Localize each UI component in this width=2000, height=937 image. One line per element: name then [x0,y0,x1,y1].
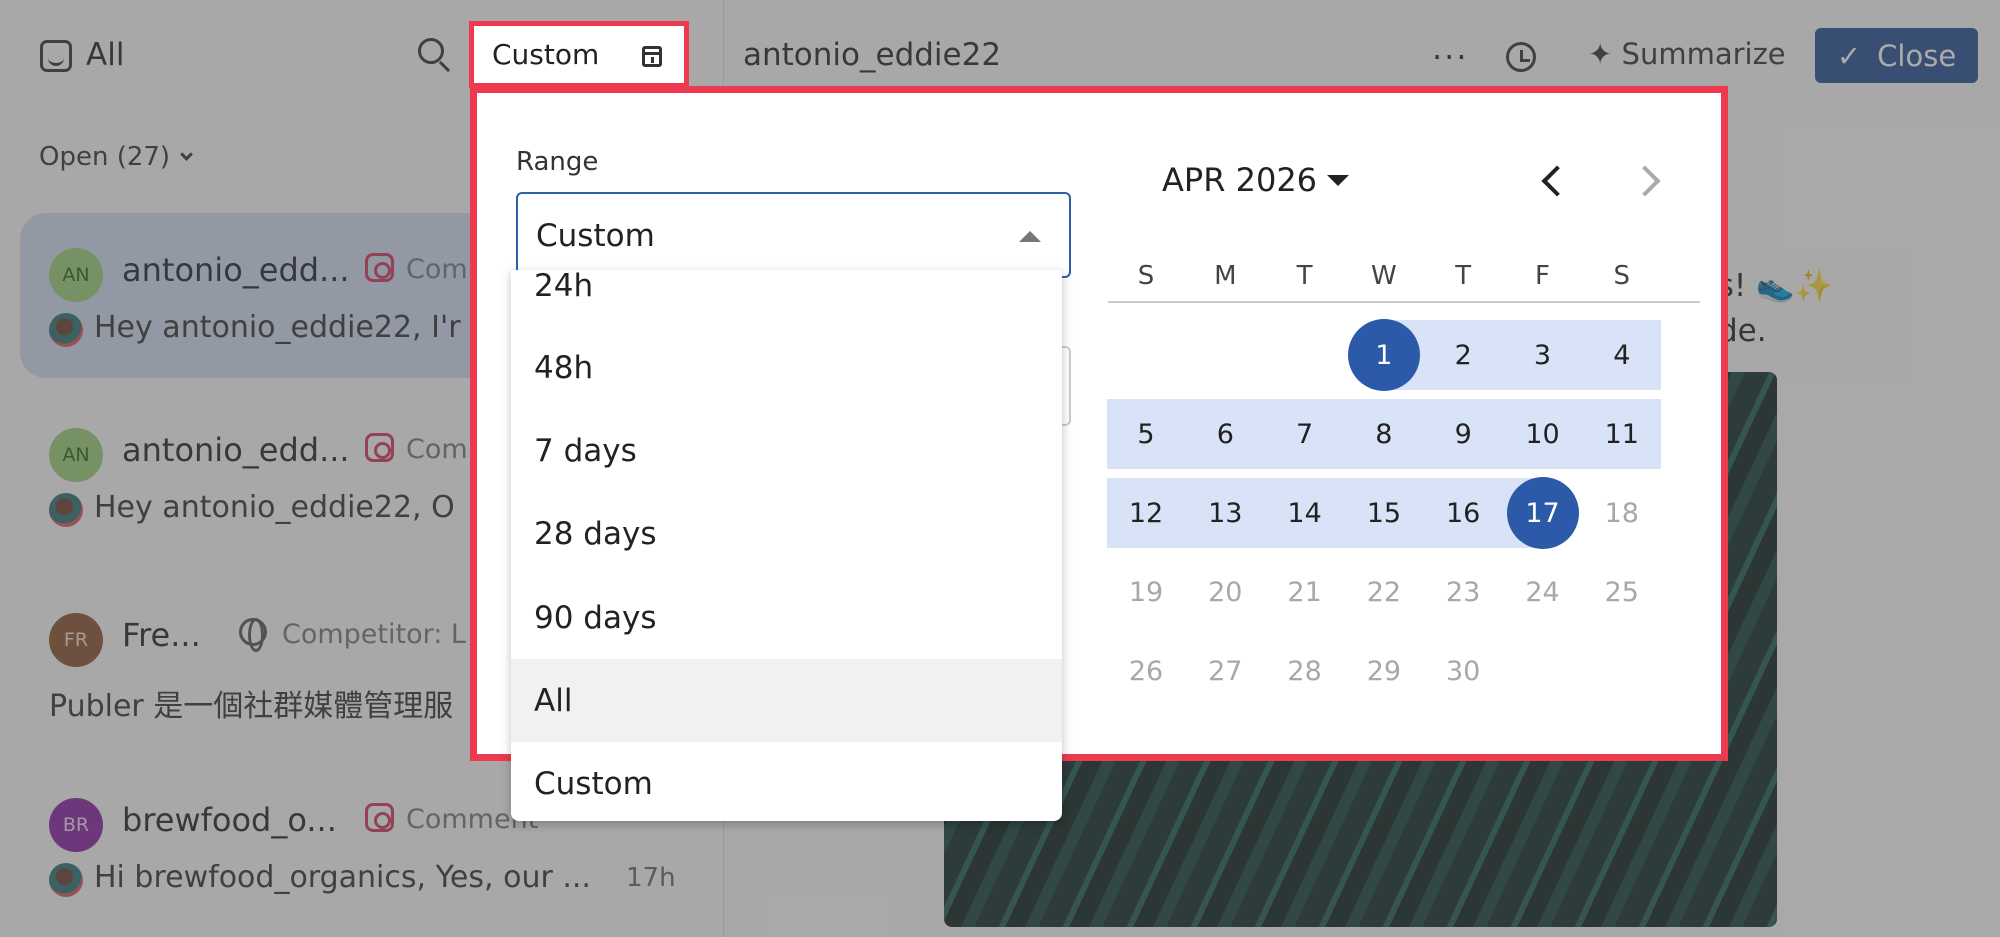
calendar-day[interactable]: 11 [1586,398,1658,470]
calendar-day[interactable]: 6 [1189,398,1261,470]
calendar-day: 18 [1604,497,1639,529]
range-select[interactable]: Custom [516,192,1071,278]
calendar-day[interactable]: 16 [1427,477,1499,549]
weekday-label: S [1137,261,1155,291]
weekday-label: M [1214,261,1237,291]
caret-up-icon [1019,231,1041,242]
weekday-divider [1108,301,1700,303]
range-option[interactable]: 48h [511,326,1062,409]
calendar-day: 27 [1208,655,1243,687]
calendar-day: 30 [1446,655,1481,687]
calendar-day[interactable]: 12 [1110,477,1182,549]
month-label: APR 2026 [1162,161,1318,199]
calendar-day[interactable]: 4 [1586,319,1658,391]
range-option[interactable]: Custom [511,742,1062,821]
date-filter-trigger[interactable]: Custom [469,21,689,88]
month-selector[interactable]: APR 2026 [1162,161,1350,199]
calendar-day[interactable]: 8 [1348,398,1420,470]
range-option[interactable]: 24h [511,270,1062,327]
calendar-day: 21 [1287,576,1322,608]
weekday-label: T [1455,261,1472,291]
weekday-label: T [1296,261,1313,291]
calendar-day[interactable]: 7 [1269,398,1341,470]
next-month-icon[interactable] [1629,165,1661,197]
calendar-day: 28 [1287,655,1322,687]
range-option[interactable]: 90 days [511,576,1062,659]
calendar-day[interactable]: 13 [1189,477,1261,549]
calendar-day: 25 [1604,576,1639,608]
calendar-day[interactable]: 9 [1427,398,1499,470]
calendar-day[interactable]: 5 [1110,398,1182,470]
weekday-label: W [1371,261,1397,291]
caret-down-icon [1327,175,1350,186]
calendar-day: 29 [1366,655,1402,687]
range-label: Range [516,147,599,177]
calendar-day: 24 [1525,576,1560,608]
weekday-label: F [1535,261,1550,291]
calendar-icon [642,46,662,67]
range-options-list: 24h 48h 7 days 28 days 90 days All Custom [511,270,1062,821]
range-select-value: Custom [536,218,655,254]
previous-month-icon[interactable] [1541,165,1573,197]
calendar-day[interactable]: 2 [1427,319,1499,391]
calendar-day: 22 [1366,576,1402,608]
calendar-day[interactable]: 3 [1507,319,1579,391]
calendar-day: 26 [1128,655,1164,687]
calendar-day[interactable]: 10 [1507,398,1579,470]
range-option[interactable]: 7 days [511,409,1062,492]
calendar-day: 20 [1208,576,1243,608]
weekday-label: S [1613,261,1631,291]
calendar-day: 23 [1446,576,1481,608]
calendar-day[interactable]: 14 [1269,477,1341,549]
calendar-day-selected[interactable]: 17 [1506,477,1579,549]
calendar-day: 19 [1128,576,1164,608]
date-filter-label: Custom [492,38,600,71]
calendar-day-selected[interactable]: 1 [1347,319,1420,391]
range-option[interactable]: All [511,659,1062,742]
calendar-day[interactable]: 15 [1348,477,1420,549]
range-option[interactable]: 28 days [511,492,1062,575]
